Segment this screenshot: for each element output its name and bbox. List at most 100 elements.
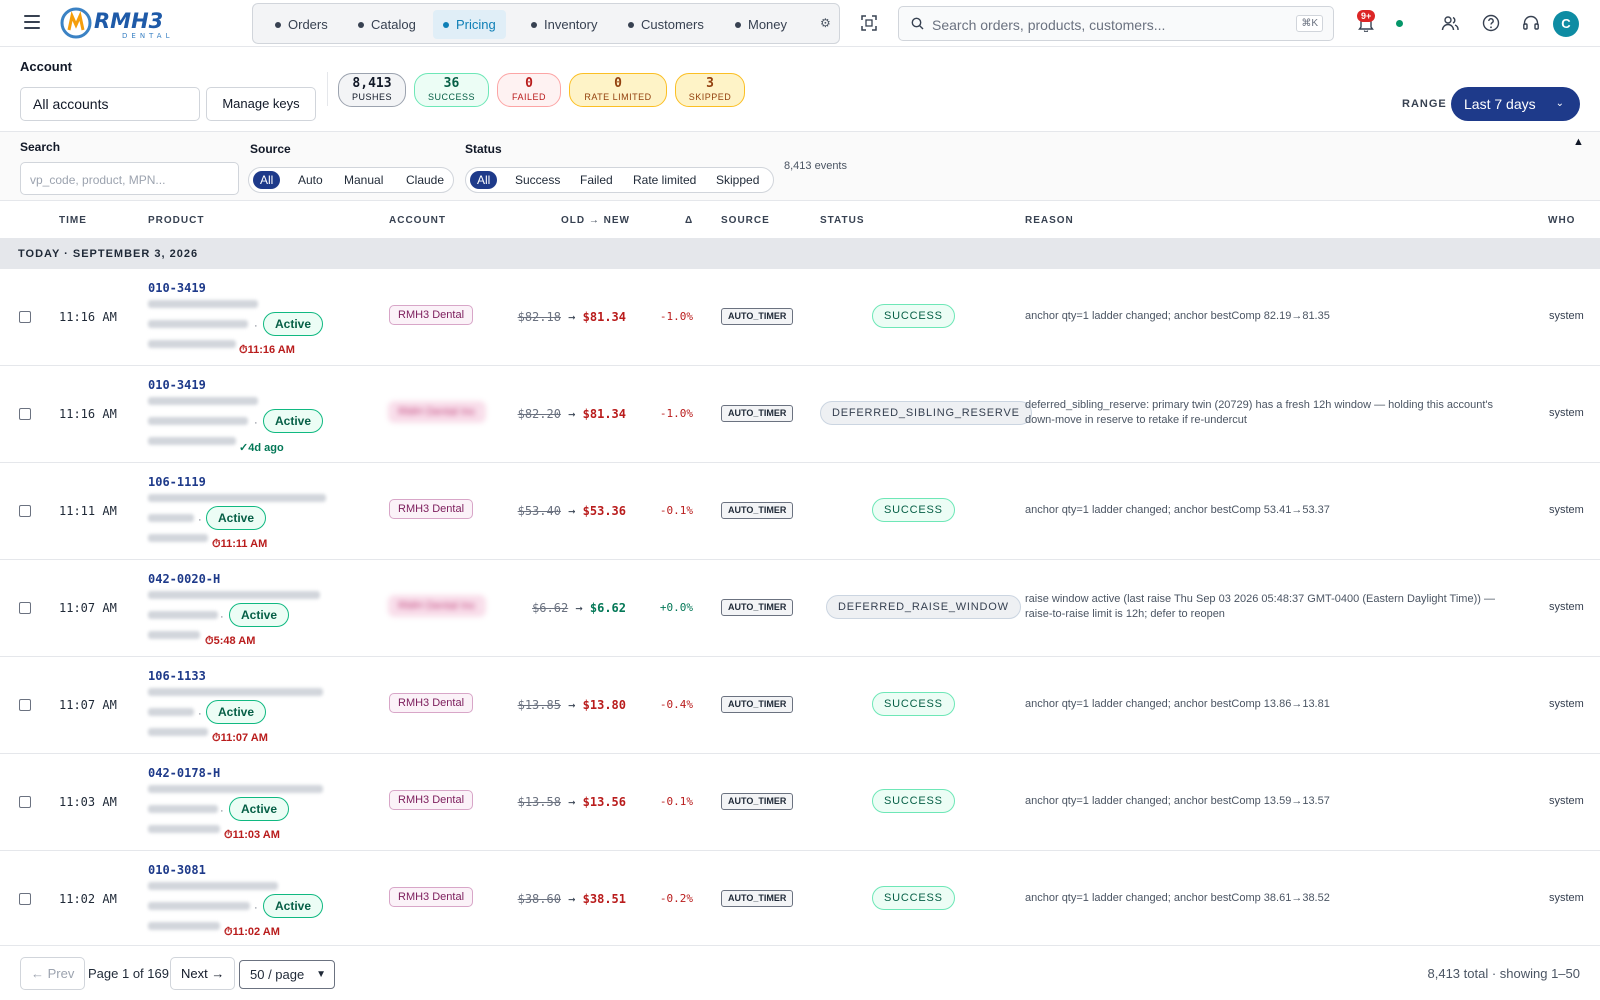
avatar[interactable]: C	[1553, 11, 1579, 37]
stat-skipped[interactable]: 3 SKIPPED	[675, 73, 745, 107]
search-icon	[911, 17, 924, 30]
redacted-mpn	[148, 437, 236, 445]
source-manual[interactable]: Manual	[337, 171, 390, 189]
redacted-manufacturer	[148, 417, 248, 425]
row-checkbox[interactable]	[19, 602, 31, 614]
account-badge: RMH3 Dental	[389, 305, 474, 325]
row-checkbox[interactable]	[19, 505, 31, 517]
status-success[interactable]: Success	[508, 171, 567, 189]
col-reason[interactable]: REASON	[1025, 215, 1074, 226]
row-who: system	[1549, 698, 1584, 710]
prev-page-button[interactable]: ← Prev	[20, 957, 86, 990]
row-sku-link[interactable]: 010-3081	[148, 863, 206, 877]
row-checkbox[interactable]	[19, 408, 31, 420]
row-who: system	[1549, 795, 1584, 807]
row-sku-link[interactable]: 010-3419	[148, 378, 206, 392]
table-row[interactable]: 11:07 AM 042-0020-H · Active ⏱5:48 AM RM…	[0, 560, 1600, 657]
row-who: system	[1549, 892, 1584, 904]
menu-icon[interactable]	[24, 15, 40, 29]
account-badge: RMH3 Dental	[389, 887, 474, 907]
col-product[interactable]: PRODUCT	[148, 215, 204, 226]
manage-keys-button[interactable]: Manage keys	[206, 87, 316, 121]
table-row[interactable]: 11:16 AM 010-3419 · Active ⏱11:16 AM RMH…	[0, 269, 1600, 366]
table-row[interactable]: 11:11 AM 106-1119 · Active ⏱11:11 AM RMH…	[0, 463, 1600, 560]
stat-rate-limited[interactable]: 0 RATE LIMITED	[569, 73, 667, 107]
stat-success[interactable]: 36 SUCCESS	[414, 73, 489, 107]
redacted-mpn	[148, 825, 220, 833]
row-sku-link[interactable]: 010-3419	[148, 281, 206, 295]
top-bar: RMH3 DENTAL Orders Catalog Pricing Inven…	[0, 0, 1600, 47]
page-size-select[interactable]: 50 / page ▼	[239, 960, 335, 989]
row-who: system	[1549, 407, 1584, 419]
price-change: $6.62 → $6.62	[532, 601, 626, 615]
table-row[interactable]: 11:07 AM 106-1133 · Active ⏱11:07 AM RMH…	[0, 657, 1600, 754]
table-row[interactable]: 11:03 AM 042-0178-H · Active ⏱11:03 AM R…	[0, 754, 1600, 851]
status-badge: SUCCESS	[872, 789, 955, 813]
collapse-icon[interactable]: ▲	[1573, 136, 1584, 148]
nav-orders[interactable]: Orders	[265, 10, 338, 39]
row-sku-link[interactable]: 042-0020-H	[148, 572, 220, 586]
redacted-product-name	[148, 688, 323, 696]
global-search-input[interactable]: Search orders, products, customers... ⌘K	[898, 6, 1334, 41]
redacted-product-name	[148, 882, 278, 890]
redacted-mpn	[148, 728, 208, 736]
row-sku-link[interactable]: 106-1119	[148, 475, 206, 489]
status-failed[interactable]: Failed	[573, 171, 620, 189]
col-old-new[interactable]: OLD → NEW	[561, 215, 630, 226]
col-who[interactable]: WHO	[1548, 215, 1575, 226]
row-checkbox[interactable]	[19, 796, 31, 808]
table-row[interactable]: 11:02 AM 010-3081 · Active ⏱11:02 AM RMH…	[0, 851, 1600, 948]
source-all[interactable]: All	[253, 171, 281, 189]
table-row[interactable]: 11:16 AM 010-3419 · Active ✓4d ago RMH D…	[0, 366, 1600, 463]
row-sku-link[interactable]: 042-0178-H	[148, 766, 220, 780]
next-page-button[interactable]: Next →	[170, 957, 236, 990]
help-icon[interactable]	[1482, 14, 1500, 32]
account-badge: RMH3 Dental	[389, 499, 474, 519]
row-checkbox[interactable]	[19, 311, 31, 323]
nav-settings-icon[interactable]: ⚙	[820, 16, 831, 30]
separator-dot: ·	[198, 708, 202, 720]
scan-icon[interactable]	[861, 15, 877, 31]
status-badge: DEFERRED_RAISE_WINDOW	[826, 595, 1021, 619]
stat-pushes[interactable]: 8,413 PUSHES	[338, 73, 406, 107]
account-badge: RMH3 Dental	[389, 790, 474, 810]
nav-inventory[interactable]: Inventory	[521, 10, 607, 39]
last-change-time: ⏱11:11 AM	[212, 538, 268, 550]
stat-failed[interactable]: 0 FAILED	[497, 73, 561, 107]
separator-dot: ·	[254, 320, 258, 332]
users-icon[interactable]	[1441, 14, 1459, 32]
range-dropdown[interactable]: Last 7 days ⌄	[1451, 87, 1580, 121]
row-checkbox[interactable]	[19, 699, 31, 711]
nav-customers[interactable]: Customers	[618, 10, 714, 39]
status-all[interactable]: All	[470, 171, 498, 189]
redacted-product-name	[148, 785, 323, 793]
table-header: TIME PRODUCT ACCOUNT OLD → NEW Δ SOURCE …	[0, 201, 1600, 239]
headset-icon[interactable]	[1522, 14, 1540, 32]
nav-pricing[interactable]: Pricing	[433, 10, 506, 39]
event-count: 8,413 events	[784, 160, 847, 172]
logo[interactable]: RMH3 DENTAL	[60, 5, 190, 41]
redacted-mpn	[148, 340, 236, 348]
account-select[interactable]: All accounts	[20, 87, 200, 121]
col-delta[interactable]: Δ	[685, 215, 693, 226]
source-claude[interactable]: Claude	[399, 171, 451, 189]
col-account[interactable]: ACCOUNT	[389, 215, 446, 226]
source-auto[interactable]: Auto	[291, 171, 330, 189]
col-status[interactable]: STATUS	[820, 215, 865, 226]
divider	[327, 72, 328, 106]
redacted-product-name	[148, 397, 258, 405]
source-badge: AUTO_TIMER	[721, 890, 794, 907]
row-sku-link[interactable]: 106-1133	[148, 669, 206, 683]
nav-money[interactable]: Money	[725, 10, 797, 39]
filter-search-input[interactable]: vp_code, product, MPN...	[20, 162, 239, 195]
col-source[interactable]: SOURCE	[721, 215, 770, 226]
status-skipped[interactable]: Skipped	[709, 171, 766, 189]
row-time: 11:11 AM	[59, 504, 117, 518]
status-rate-limited[interactable]: Rate limited	[626, 171, 703, 189]
last-change-time: ⏱5:48 AM	[205, 635, 256, 647]
svg-text:RMH3: RMH3	[94, 9, 163, 33]
price-delta: -0.1%	[659, 504, 693, 517]
row-checkbox[interactable]	[19, 893, 31, 905]
nav-catalog[interactable]: Catalog	[348, 10, 426, 39]
col-time[interactable]: TIME	[59, 215, 87, 226]
